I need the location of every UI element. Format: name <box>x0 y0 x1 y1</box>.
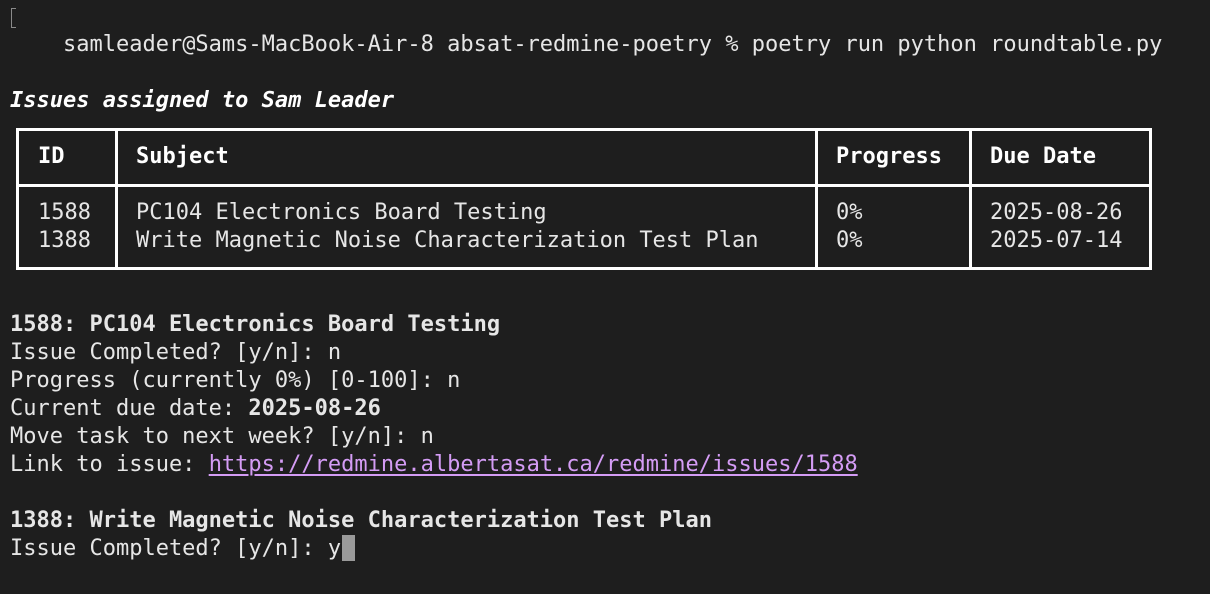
column-divider <box>969 131 972 267</box>
row-1388-due: 2025-07-14 <box>990 228 1123 253</box>
issue-1588-move-prompt: Move task to next week? [y/n]: n <box>10 424 434 449</box>
typed-input[interactable]: y <box>328 536 341 561</box>
header-subject: Subject <box>136 144 229 169</box>
issue-1588-link-line: Link to issue: https://redmine.albertasa… <box>10 451 858 479</box>
header-id: ID <box>38 144 65 169</box>
issue-1588-heading: 1588: PC104 Electronics Board Testing <box>10 312 501 337</box>
completed-question: Issue Completed? [y/n]: <box>10 536 328 561</box>
due-value: 2025-08-26 <box>248 396 381 421</box>
row-1388-progress: 0% <box>836 228 863 253</box>
text-cursor <box>342 535 356 561</box>
command-text: samleader@Sams-MacBook-Air-8 absat-redmi… <box>62 32 1163 57</box>
row-1588-id: 1588 <box>38 200 91 225</box>
issue-link[interactable]: https://redmine.albertasat.ca/redmine/is… <box>209 452 858 477</box>
row-1588-subject: PC104 Electronics Board Testing <box>136 200 547 225</box>
due-label: Current due date: <box>10 396 249 421</box>
line-marker <box>11 8 16 28</box>
row-1588-due: 2025-08-26 <box>990 200 1123 225</box>
row-1588-progress: 0% <box>836 200 863 225</box>
table-title: Issues assigned to Sam Leader <box>10 88 395 113</box>
header-progress: Progress <box>836 144 942 169</box>
column-divider <box>815 131 818 267</box>
issue-1588-progress-prompt: Progress (currently 0%) [0-100]: n <box>10 368 461 393</box>
header-divider <box>19 184 1149 187</box>
issue-1588-due-line: Current due date: 2025-08-26 <box>10 395 381 423</box>
issue-1388-heading: 1388: Write Magnetic Noise Characterizat… <box>10 508 712 533</box>
issue-1388-completed-prompt[interactable]: Issue Completed? [y/n]: y <box>10 535 356 563</box>
link-label: Link to issue: <box>10 452 209 477</box>
issue-1588-completed-prompt: Issue Completed? [y/n]: n <box>10 340 342 365</box>
column-divider <box>115 131 118 267</box>
header-due-date: Due Date <box>990 144 1096 169</box>
command-line: samleader@Sams-MacBook-Air-8 absat-redmi… <box>10 3 1162 57</box>
issues-table: ID Subject Progress Due Date 1588 PC104 … <box>16 128 1152 270</box>
row-1388-subject: Write Magnetic Noise Characterization Te… <box>136 228 759 253</box>
row-1388-id: 1388 <box>38 228 91 253</box>
